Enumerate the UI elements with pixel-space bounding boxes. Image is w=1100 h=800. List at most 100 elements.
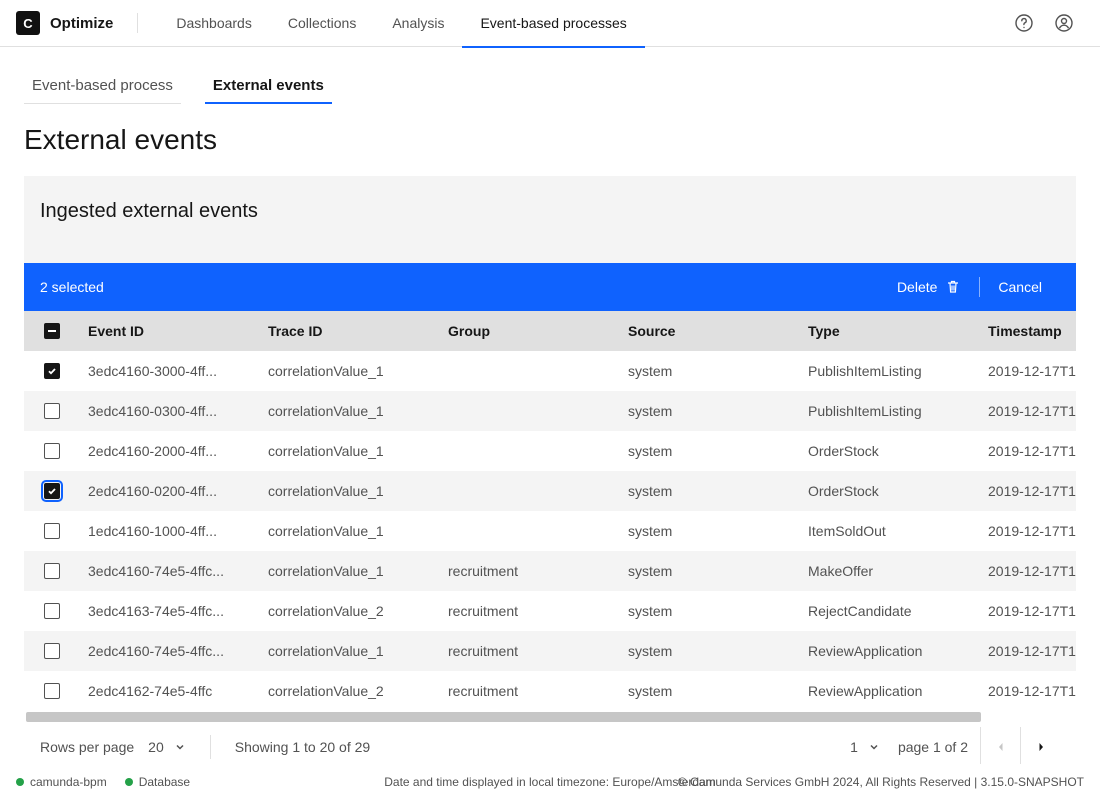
row-checkbox[interactable] (44, 443, 60, 459)
cell-timestamp: 2019-12-17T1 (980, 643, 1076, 659)
brand-name: Optimize (50, 15, 113, 32)
status-label: camunda-bpm (30, 775, 107, 789)
table-row[interactable]: 1edc4160-1000-4ff...correlationValue_1sy… (24, 511, 1076, 551)
cell-event-id: 3edc4160-74e5-4ffc... (80, 563, 260, 579)
row-checkbox[interactable] (44, 563, 60, 579)
pager-sep (210, 735, 211, 759)
table-row[interactable]: 2edc4162-74e5-4ffccorrelationValue_2recr… (24, 671, 1076, 711)
cell-trace-id: correlationValue_1 (260, 363, 440, 379)
table-row[interactable]: 3edc4160-3000-4ff...correlationValue_1sy… (24, 351, 1076, 391)
cell-group: recruitment (440, 603, 620, 619)
events-table: Event ID Trace ID Group Source Type Time… (24, 311, 1076, 711)
cell-type: PublishItemListing (800, 403, 980, 419)
col-trace-id[interactable]: Trace ID (260, 323, 440, 339)
row-checkbox[interactable] (44, 603, 60, 619)
cell-type: PublishItemListing (800, 363, 980, 379)
table-row[interactable]: 2edc4160-0200-4ff...correlationValue_1 sy… (24, 471, 1076, 511)
cell-event-id: 3edc4160-0300-4ff... (80, 403, 260, 419)
horizontal-scrollbar[interactable] (24, 711, 1076, 723)
col-timestamp[interactable]: Timestamp (980, 323, 1076, 339)
row-checkbox[interactable] (44, 523, 60, 539)
timezone-text: Date and time displayed in local timezon… (384, 775, 716, 789)
nav-item-collections[interactable]: Collections (270, 0, 374, 47)
cell-timestamp: 2019-12-17T1 (980, 403, 1076, 419)
cell-source: system (620, 563, 800, 579)
status-dot-icon (16, 778, 24, 786)
row-checkbox[interactable] (44, 403, 60, 419)
cancel-button[interactable]: Cancel (980, 263, 1060, 311)
rows-per-page-select[interactable]: 20 (148, 739, 186, 755)
cell-type: RejectCandidate (800, 603, 980, 619)
next-page-button[interactable] (1020, 727, 1060, 767)
cell-source: system (620, 483, 800, 499)
cell-trace-id: correlationValue_1 (260, 443, 440, 459)
cell-trace-id: correlationValue_1 (260, 523, 440, 539)
cell-trace-id: correlationValue_1 (260, 643, 440, 659)
table-row[interactable]: 2edc4160-2000-4ff...correlationValue_1 sy… (24, 431, 1076, 471)
chevron-down-icon (174, 741, 186, 753)
top-nav: C Optimize DashboardsCollectionsAnalysis… (0, 0, 1100, 47)
cell-group: recruitment (440, 683, 620, 699)
cell-type: OrderStock (800, 443, 980, 459)
select-all-checkbox[interactable] (44, 323, 60, 339)
cell-type: ReviewApplication (800, 683, 980, 699)
cell-source: system (620, 643, 800, 659)
subtab-event-based-process[interactable]: Event-based process (24, 67, 181, 104)
row-checkbox[interactable] (44, 363, 60, 379)
caret-right-icon (1036, 742, 1046, 752)
rows-per-page-label: Rows per page (40, 739, 134, 755)
nav-item-event-based-processes[interactable]: Event-based processes (462, 0, 644, 47)
nav-item-dashboards[interactable]: Dashboards (158, 0, 270, 47)
status-indicator: camunda-bpm (16, 775, 107, 789)
cell-timestamp: 2019-12-17T1 (980, 563, 1076, 579)
row-checkbox[interactable] (44, 683, 60, 699)
cell-timestamp: 2019-12-17T1 (980, 443, 1076, 459)
status-footer: camunda-bpm Database Date and time displa… (0, 764, 1100, 800)
cell-type: ReviewApplication (800, 643, 980, 659)
cell-event-id: 2edc4160-2000-4ff... (80, 443, 260, 459)
delete-button[interactable]: Delete (879, 263, 979, 311)
cell-source: system (620, 683, 800, 699)
cell-source: system (620, 403, 800, 419)
page-number-value: 1 (850, 739, 858, 755)
status-indicator: Database (125, 775, 190, 789)
logo-letter: C (23, 16, 32, 31)
app-logo: C (16, 11, 40, 35)
table-row[interactable]: 3edc4163-74e5-4ffc...correlationValue_2r… (24, 591, 1076, 631)
delete-label: Delete (897, 279, 937, 295)
table-row[interactable]: 2edc4160-74e5-4ffc...correlationValue_1r… (24, 631, 1076, 671)
showing-text: Showing 1 to 20 of 29 (235, 739, 370, 755)
chevron-down-icon (868, 741, 880, 753)
trash-icon (945, 279, 961, 295)
table-row[interactable]: 3edc4160-74e5-4ffc...correlationValue_1r… (24, 551, 1076, 591)
user-icon[interactable] (1044, 3, 1084, 43)
rows-per-page-value: 20 (148, 739, 164, 755)
help-icon[interactable] (1004, 3, 1044, 43)
table-header: Event ID Trace ID Group Source Type Time… (24, 311, 1076, 351)
table-row[interactable]: 3edc4160-0300-4ff...correlationValue_1sy… (24, 391, 1076, 431)
cell-source: system (620, 603, 800, 619)
page-number-select[interactable]: 1 (850, 739, 880, 755)
nav-item-analysis[interactable]: Analysis (374, 0, 462, 47)
cell-event-id: 2edc4160-0200-4ff... (80, 483, 260, 499)
col-type[interactable]: Type (800, 323, 980, 339)
page-of-text: page 1 of 2 (898, 739, 968, 755)
cell-source: system (620, 443, 800, 459)
col-group[interactable]: Group (440, 323, 620, 339)
cell-event-id: 2edc4160-74e5-4ffc... (80, 643, 260, 659)
scrollbar-thumb[interactable] (26, 712, 981, 722)
status-dot-icon (125, 778, 133, 786)
caret-left-icon (996, 742, 1006, 752)
col-event-id[interactable]: Event ID (80, 323, 260, 339)
row-checkbox[interactable] (44, 643, 60, 659)
row-checkbox[interactable] (44, 483, 60, 499)
cell-timestamp: 2019-12-17T1 (980, 523, 1076, 539)
cell-source: system (620, 523, 800, 539)
cell-trace-id: correlationValue_1 (260, 483, 440, 499)
cell-timestamp: 2019-12-17T1 (980, 483, 1076, 499)
prev-page-button[interactable] (980, 727, 1020, 767)
cancel-label: Cancel (998, 279, 1042, 295)
subtab-external-events[interactable]: External events (205, 67, 332, 104)
cell-trace-id: correlationValue_2 (260, 683, 440, 699)
col-source[interactable]: Source (620, 323, 800, 339)
